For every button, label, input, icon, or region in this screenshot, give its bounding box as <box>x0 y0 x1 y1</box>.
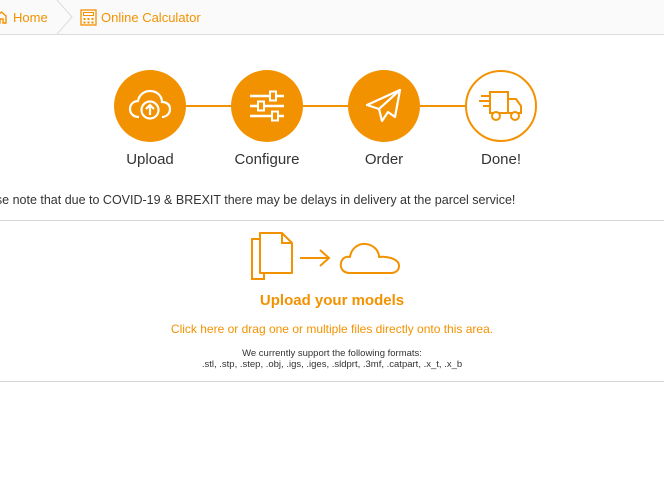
step-connector <box>420 105 466 107</box>
step-order[interactable] <box>348 70 420 142</box>
step-upload[interactable] <box>114 70 186 142</box>
files-to-cloud-icon <box>251 232 400 280</box>
breadcrumb-home-label: Home <box>13 9 48 25</box>
step-label-done: Done! <box>480 151 522 168</box>
breadcrumb-current-label: Online Calculator <box>101 9 201 25</box>
delivery-truck-icon <box>479 91 522 121</box>
delivery-delay-notice: ease note that due to COVID-19 & BREXIT … <box>0 193 516 207</box>
step-connector <box>186 105 232 107</box>
supported-formats-title: We currently support the following forma… <box>242 348 422 359</box>
cloud-upload-icon <box>128 89 172 120</box>
upload-title: Upload your models <box>259 292 405 309</box>
step-label-configure: Configure <box>234 151 300 168</box>
step-connector <box>303 105 349 107</box>
paper-plane-icon <box>365 88 402 123</box>
step-label-order: Order <box>364 151 404 168</box>
breadcrumb-home-link[interactable]: Home <box>0 0 48 34</box>
breadcrumb-separator <box>56 0 73 34</box>
step-done[interactable] <box>465 70 537 142</box>
breadcrumb-online-calculator[interactable]: Online Calculator <box>80 0 201 34</box>
sliders-icon <box>250 90 284 122</box>
upload-dropzone[interactable]: Upload your models Click here or drag on… <box>0 220 664 382</box>
home-icon <box>0 10 7 24</box>
breadcrumb: Home Online Calculator <box>0 0 664 35</box>
calculator-icon <box>80 8 97 26</box>
supported-formats-list: .stl, .stp, .step, .obj, .igs, .iges, .s… <box>201 359 463 370</box>
order-steps: Upload Configure Order Done! <box>0 68 664 178</box>
step-configure[interactable] <box>231 70 303 142</box>
upload-hint-link[interactable]: Click here or drag one or multiple files… <box>0 322 664 336</box>
step-label-upload: Upload <box>126 151 174 168</box>
